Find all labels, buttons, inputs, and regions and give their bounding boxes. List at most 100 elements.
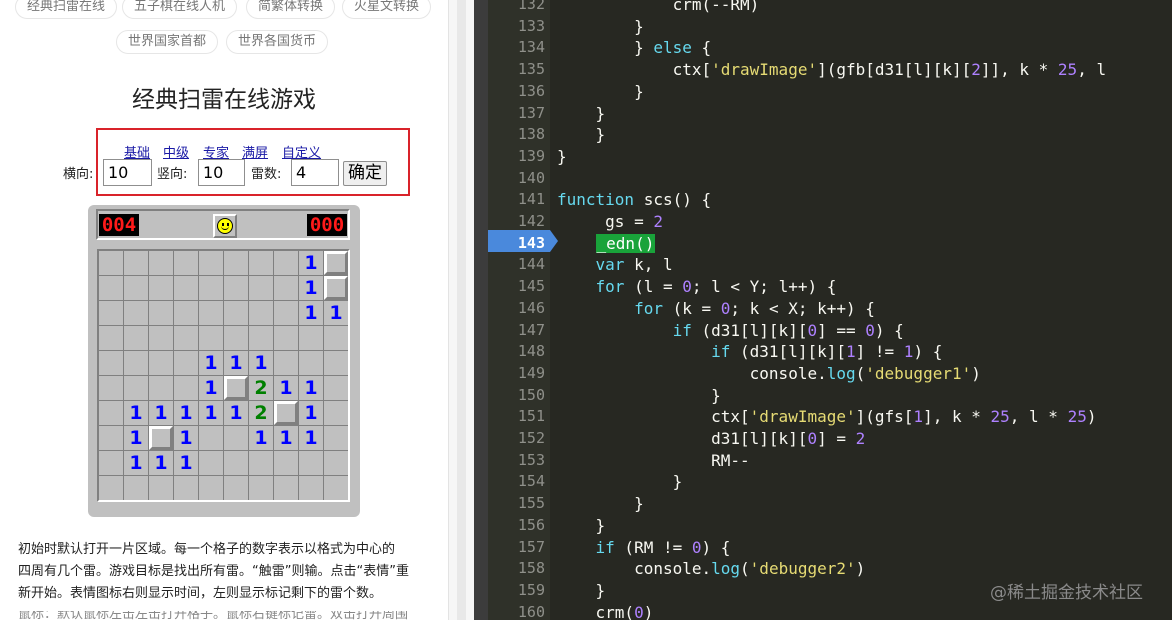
mine-cell-closed[interactable]	[149, 426, 173, 450]
mine-cell-open[interactable]	[249, 326, 273, 350]
mine-cell-open[interactable]	[149, 276, 173, 300]
mine-cell-open[interactable]	[199, 451, 223, 475]
line-number[interactable]: 147	[488, 320, 545, 342]
mine-cell-open[interactable]	[124, 276, 148, 300]
tab-world-currencies[interactable]: 世界各国货币	[226, 30, 329, 54]
mine-cell-open[interactable]	[324, 376, 348, 400]
mine-cell-number[interactable]: 1	[174, 451, 198, 475]
mine-cell-number[interactable]: 1	[299, 301, 323, 325]
mine-cell-open[interactable]	[124, 326, 148, 350]
code-editor[interactable]: crm(--RM) } } else { ctx['drawImage'](gf…	[488, 0, 1172, 620]
level-fullscreen-link[interactable]: 满屏	[242, 142, 268, 161]
mine-cell-closed[interactable]	[324, 251, 348, 275]
mine-cell-open[interactable]	[324, 351, 348, 375]
mine-cell-open[interactable]	[274, 326, 298, 350]
mine-cell-open[interactable]	[199, 426, 223, 450]
line-number[interactable]: 138	[488, 124, 545, 146]
mine-cell-open[interactable]	[199, 301, 223, 325]
mine-cell-number[interactable]: 1	[124, 451, 148, 475]
mine-cell-open[interactable]	[99, 401, 123, 425]
mine-cell-number[interactable]: 1	[274, 376, 298, 400]
face-reset-button[interactable]	[213, 214, 237, 238]
mine-cell-number[interactable]: 1	[149, 451, 173, 475]
mine-cell-open[interactable]	[274, 276, 298, 300]
mine-cell-open[interactable]	[274, 351, 298, 375]
level-intermediate-link[interactable]: 中级	[163, 142, 189, 161]
line-number[interactable]: 136	[488, 81, 545, 103]
mine-cell-number[interactable]: 1	[299, 426, 323, 450]
mine-cell-number[interactable]: 1	[124, 401, 148, 425]
tab-martian-text[interactable]: 火星文转换	[342, 0, 432, 19]
mine-cell-open[interactable]	[199, 276, 223, 300]
mine-cell-number[interactable]: 1	[199, 376, 223, 400]
mine-cell-open[interactable]	[174, 351, 198, 375]
mine-cell-open[interactable]	[224, 301, 248, 325]
line-number[interactable]: 135	[488, 59, 545, 81]
mine-cell-open[interactable]	[249, 451, 273, 475]
mine-cell-open[interactable]	[249, 476, 273, 500]
line-number[interactable]: 140	[488, 168, 545, 190]
mine-cell-open[interactable]	[274, 476, 298, 500]
mine-cell-number[interactable]: 1	[224, 351, 248, 375]
mine-cell-open[interactable]	[274, 251, 298, 275]
line-number[interactable]: 133	[488, 16, 545, 38]
mine-cell-open[interactable]	[224, 451, 248, 475]
mine-cell-number[interactable]: 1	[299, 376, 323, 400]
mine-cell-number[interactable]: 1	[199, 401, 223, 425]
mine-cell-open[interactable]	[324, 426, 348, 450]
line-number[interactable]: 134	[488, 37, 545, 59]
line-number[interactable]: 152	[488, 428, 545, 450]
mine-cell-open[interactable]	[224, 251, 248, 275]
mine-cell-open[interactable]	[124, 351, 148, 375]
mine-cell-number[interactable]: 1	[199, 351, 223, 375]
line-number[interactable]: 154	[488, 471, 545, 493]
scrollbar-thumb[interactable]	[457, 0, 466, 620]
line-number[interactable]: 143	[488, 233, 545, 255]
mine-cell-open[interactable]	[99, 426, 123, 450]
page-scrollbar[interactable]	[448, 0, 474, 620]
mine-cell-open[interactable]	[149, 376, 173, 400]
mine-cell-open[interactable]	[199, 326, 223, 350]
line-number[interactable]: 155	[488, 493, 545, 515]
line-number[interactable]: 149	[488, 363, 545, 385]
mine-cell-number[interactable]: 1	[174, 401, 198, 425]
line-number[interactable]: 137	[488, 103, 545, 125]
mine-cell-open[interactable]	[99, 451, 123, 475]
line-number[interactable]: 150	[488, 385, 545, 407]
mine-cell-open[interactable]	[124, 251, 148, 275]
mine-cell-number[interactable]: 1	[174, 426, 198, 450]
line-number[interactable]: 153	[488, 450, 545, 472]
mine-cell-open[interactable]	[149, 476, 173, 500]
mine-cell-open[interactable]	[99, 326, 123, 350]
mine-cell-open[interactable]	[99, 476, 123, 500]
mine-cell-open[interactable]	[174, 301, 198, 325]
mine-cell-open[interactable]	[224, 326, 248, 350]
line-number[interactable]: 158	[488, 558, 545, 580]
mine-cell-open[interactable]	[174, 476, 198, 500]
mines-input[interactable]	[291, 159, 339, 186]
mine-cell-open[interactable]	[224, 476, 248, 500]
mine-cell-open[interactable]	[274, 301, 298, 325]
mine-cell-closed[interactable]	[324, 276, 348, 300]
confirm-button[interactable]: 确定	[343, 161, 387, 186]
mine-cell-number[interactable]: 1	[249, 351, 273, 375]
line-number[interactable]: 141	[488, 189, 545, 211]
mine-cell-open[interactable]	[199, 476, 223, 500]
mine-cell-open[interactable]	[249, 251, 273, 275]
line-number[interactable]: 144	[488, 254, 545, 276]
mine-cell-open[interactable]	[274, 451, 298, 475]
mine-cell-number[interactable]: 1	[299, 276, 323, 300]
mine-cell-open[interactable]	[124, 476, 148, 500]
mine-cell-open[interactable]	[99, 351, 123, 375]
line-number[interactable]: 156	[488, 515, 545, 537]
mine-cell-open[interactable]	[174, 251, 198, 275]
line-number[interactable]: 145	[488, 276, 545, 298]
vertical-input[interactable]	[198, 159, 245, 186]
mine-cell-number[interactable]: 1	[324, 301, 348, 325]
mine-cell-open[interactable]	[124, 376, 148, 400]
tab-world-capitals[interactable]: 世界国家首都	[116, 30, 219, 54]
mine-cell-open[interactable]	[324, 401, 348, 425]
mine-cell-number[interactable]: 1	[224, 401, 248, 425]
mine-cell-open[interactable]	[149, 301, 173, 325]
mine-cell-closed[interactable]	[274, 401, 298, 425]
